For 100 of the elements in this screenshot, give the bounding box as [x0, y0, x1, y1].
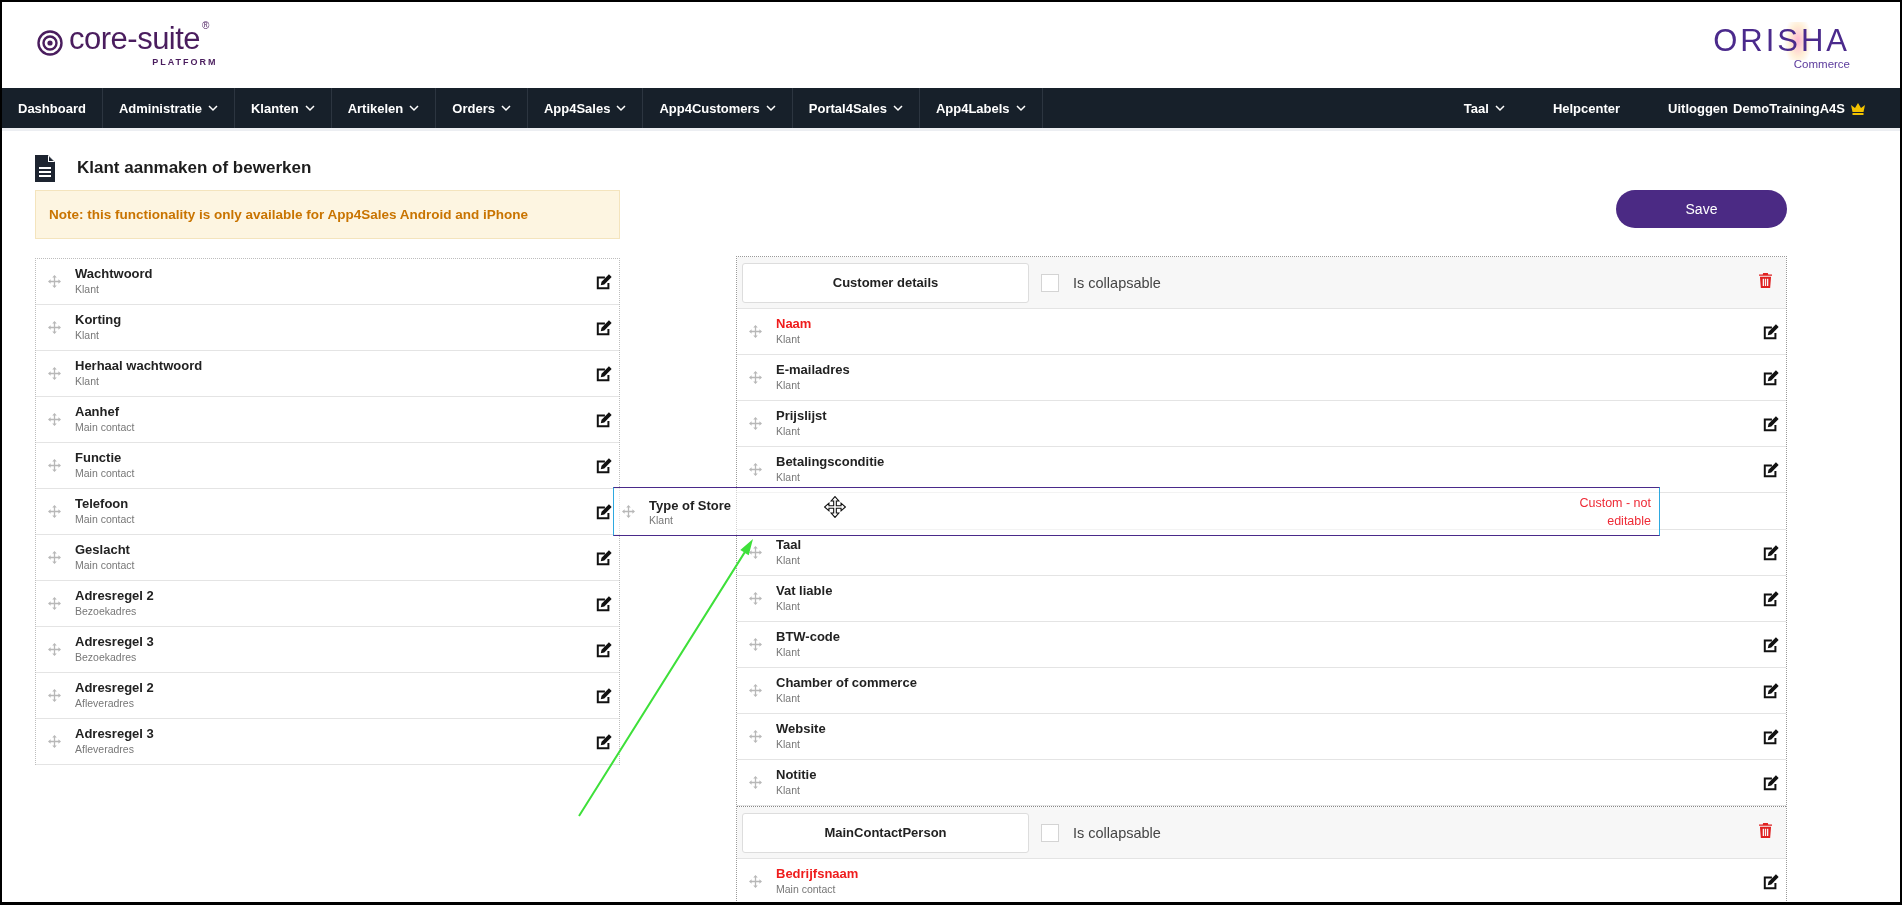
- save-button[interactable]: Save: [1616, 190, 1787, 228]
- field-name: Bedrijfsnaam: [776, 866, 859, 882]
- brand-tagline: Commerce: [1793, 58, 1850, 70]
- logo-text: core-suite: [69, 22, 201, 56]
- edit-icon[interactable]: [595, 364, 613, 383]
- field-source: Afleveradres: [75, 696, 134, 711]
- drag-handle-icon[interactable]: [622, 505, 635, 518]
- edit-icon[interactable]: [1762, 368, 1780, 387]
- drag-handle-icon[interactable]: [749, 638, 762, 651]
- drag-handle-icon[interactable]: [48, 321, 61, 334]
- collapsable-checkbox[interactable]: [1041, 273, 1059, 292]
- field-name: Herhaal wachtwoord: [75, 358, 203, 374]
- custom-field-note: Custom - not editable: [1578, 494, 1651, 530]
- field-source: Main contact: [75, 558, 135, 573]
- drag-handle-icon[interactable]: [48, 689, 61, 702]
- field-name: Naam: [776, 316, 812, 332]
- drag-handle-icon[interactable]: [48, 413, 61, 426]
- edit-icon[interactable]: [595, 502, 613, 521]
- drag-handle-icon[interactable]: [48, 367, 61, 380]
- nav-item[interactable]: Artikelen: [331, 88, 437, 128]
- nav-item[interactable]: App4Sales: [527, 88, 644, 128]
- info-note: Note: this functionality is only available for App4Sales Android and iPhone: [35, 190, 620, 239]
- drag-handle-icon[interactable]: [48, 275, 61, 288]
- edit-icon[interactable]: [1762, 635, 1780, 654]
- edit-icon[interactable]: [595, 548, 613, 567]
- edit-icon[interactable]: [1762, 681, 1780, 700]
- nav-item[interactable]: Klanten: [235, 88, 332, 128]
- logo-icon: [37, 30, 63, 56]
- trash-icon[interactable]: [1759, 823, 1772, 838]
- drag-handle-icon[interactable]: [749, 325, 762, 338]
- field-source: Klant: [776, 691, 800, 706]
- drag-handle-icon[interactable]: [749, 592, 762, 605]
- logo-tagline: PLATFORM: [152, 57, 218, 67]
- field-source: Main contact: [75, 466, 135, 481]
- edit-icon[interactable]: [1762, 872, 1780, 891]
- edit-icon[interactable]: [1762, 773, 1780, 792]
- field-name: Telefoon: [75, 496, 129, 512]
- drag-handle-icon[interactable]: [48, 459, 61, 472]
- field-source: Klant: [776, 424, 800, 439]
- field-source: Main contact: [776, 882, 836, 897]
- nav-item[interactable]: Taal: [1439, 88, 1529, 128]
- chevron-down-icon: [409, 104, 420, 112]
- field-source: Klant: [776, 783, 800, 798]
- edit-icon[interactable]: [1762, 460, 1780, 479]
- edit-icon[interactable]: [595, 456, 613, 475]
- drag-handle-icon[interactable]: [48, 643, 61, 656]
- drag-handle-icon[interactable]: [749, 875, 762, 888]
- nav-item[interactable]: Orders: [436, 88, 528, 128]
- edit-icon[interactable]: [595, 594, 613, 613]
- edit-icon[interactable]: [1762, 414, 1780, 433]
- drag-handle-icon[interactable]: [48, 597, 61, 610]
- field-name: Type of Store: [649, 497, 732, 514]
- nav-item[interactable]: Portal4Sales: [792, 88, 920, 128]
- chevron-down-icon: [208, 104, 218, 112]
- drag-handle-icon[interactable]: [48, 505, 61, 518]
- edit-icon[interactable]: [595, 272, 613, 291]
- chevron-down-icon: [1494, 104, 1505, 112]
- trash-icon[interactable]: [1759, 273, 1772, 288]
- drag-handle-icon[interactable]: [749, 684, 762, 697]
- chevron-down-icon: [616, 104, 627, 112]
- section-title-field[interactable]: Customer details: [742, 262, 1029, 303]
- field-name: Betalingsconditie: [776, 454, 885, 470]
- drag-handle-icon[interactable]: [48, 735, 61, 748]
- edit-icon[interactable]: [1762, 543, 1780, 562]
- drag-handle-icon[interactable]: [749, 463, 762, 476]
- collapsable-checkbox[interactable]: [1041, 823, 1059, 842]
- chevron-down-icon: [892, 104, 903, 112]
- chevron-down-icon: [765, 104, 776, 112]
- drag-handle-icon[interactable]: [749, 417, 762, 430]
- edit-icon[interactable]: [1762, 589, 1780, 608]
- nav-item[interactable]: App4Labels: [919, 88, 1043, 128]
- crown-icon: [1850, 101, 1866, 115]
- edit-icon[interactable]: [595, 732, 613, 751]
- drag-handle-icon[interactable]: [749, 371, 762, 384]
- nav-item[interactable]: Administratie: [102, 88, 235, 128]
- page-title: Klant aanmaken of bewerken: [77, 158, 312, 178]
- nav-item[interactable]: Dashboard: [2, 88, 103, 128]
- edit-icon[interactable]: [595, 640, 613, 659]
- field-name: Korting: [75, 312, 122, 328]
- field-name: Functie: [75, 450, 122, 466]
- brand-name: ORISHA: [1713, 22, 1850, 60]
- field-source: Bezoekadres: [75, 650, 137, 665]
- drag-handle-icon[interactable]: [749, 546, 762, 559]
- drag-handle-icon[interactable]: [48, 551, 61, 564]
- nav-item[interactable]: Helpcenter: [1528, 88, 1645, 128]
- edit-icon[interactable]: [1762, 727, 1780, 746]
- logout-link[interactable]: Uitloggen: [1668, 100, 1729, 116]
- edit-icon[interactable]: [595, 318, 613, 337]
- field-name: BTW-code: [776, 629, 840, 645]
- drag-handle-icon[interactable]: [749, 776, 762, 789]
- field-source: Klant: [776, 378, 800, 393]
- section-title-field[interactable]: MainContactPerson: [742, 812, 1029, 853]
- dragged-field-card[interactable]: Type of Store Klant Custom - not editable: [613, 487, 1660, 536]
- chevron-down-icon: [304, 104, 315, 112]
- edit-icon[interactable]: [595, 410, 613, 429]
- edit-icon[interactable]: [1762, 322, 1780, 341]
- drag-handle-icon[interactable]: [749, 730, 762, 743]
- edit-icon[interactable]: [595, 686, 613, 705]
- field-source: Afleveradres: [75, 742, 134, 757]
- nav-item[interactable]: App4Customers: [643, 88, 793, 128]
